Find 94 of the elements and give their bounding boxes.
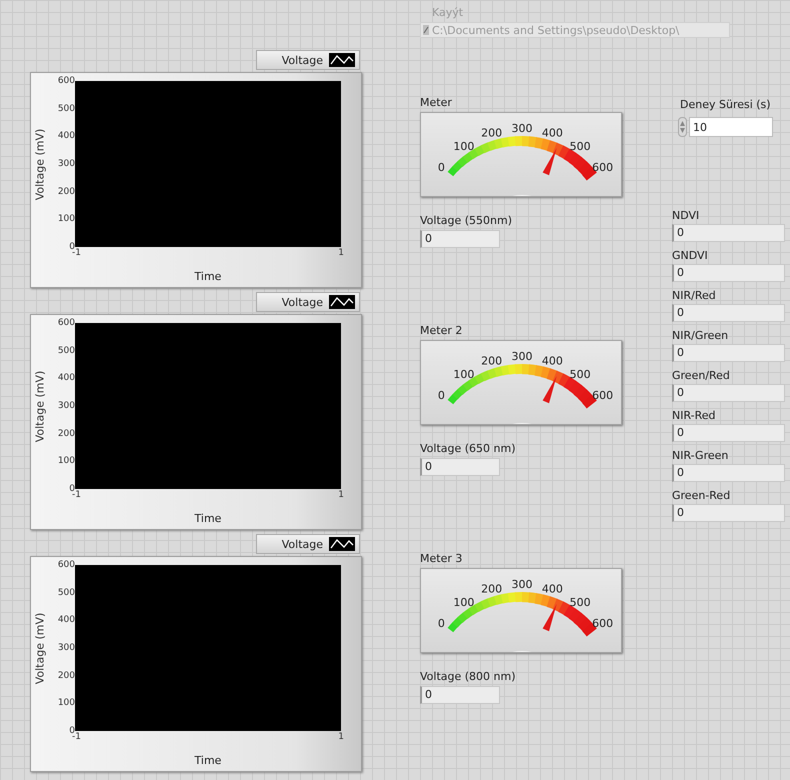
indicator-field: 0	[672, 464, 785, 482]
gauge-scale-label: 400	[542, 126, 563, 140]
y-tick-label: 0	[69, 240, 75, 252]
path-value: C:\Documents and Settings\pseudo\Desktop\	[432, 24, 680, 36]
x-axis-label: Time	[194, 270, 222, 282]
y-tick-label: 200	[58, 428, 75, 440]
y-tick-label: 100	[58, 455, 75, 468]
gauge-scale-label: 500	[570, 140, 591, 153]
y-tick-label: 600	[58, 317, 75, 329]
waveform-icon	[329, 295, 355, 309]
gauge-scale-label: 200	[481, 126, 502, 140]
y-tick-label: 400	[58, 614, 75, 626]
gauge-scale-label: 600	[592, 388, 614, 402]
plot-legend[interactable]: Voltage	[256, 534, 360, 554]
y-tick-label: 200	[58, 186, 75, 198]
indicator-label: Green-Red	[672, 489, 732, 502]
y-tick-label: 400	[58, 130, 75, 142]
gauge-needle	[542, 604, 557, 632]
indicator-field: 0	[672, 304, 785, 322]
x-tick-label: -1	[72, 490, 81, 502]
indicator-field: 0	[672, 344, 785, 362]
y-tick-label: 500	[58, 586, 75, 599]
y-tick-label: 400	[58, 372, 75, 384]
readout-label: Voltage (550nm)	[420, 214, 514, 227]
readout-field: 0	[420, 686, 500, 704]
indicator-field: 0	[672, 504, 785, 522]
gauge-scale-label: 600	[592, 616, 614, 630]
gauge-scale-label: 100	[453, 140, 474, 153]
meter-label: Meter 3	[420, 552, 464, 565]
y-tick-label: 500	[58, 102, 75, 115]
duration-label: Deney Süresi (s)	[680, 98, 772, 111]
gauge-scale-label: 200	[481, 582, 502, 596]
y-tick-label: 100	[58, 697, 75, 710]
indicator-label: NIR/Green	[672, 329, 730, 342]
readout-field: 0	[420, 458, 500, 476]
indicator-field: 0	[672, 264, 785, 282]
y-tick-label: 200	[58, 670, 75, 682]
y-tick-label: 300	[58, 400, 75, 412]
indicator-label: Green/Red	[672, 369, 731, 382]
y-tick-label: 300	[58, 158, 75, 170]
indicator-label: NIR-Red	[672, 409, 717, 422]
indicator-field: 0	[672, 424, 785, 442]
y-tick-label: 300	[58, 642, 75, 654]
gauge-scale-label: 500	[570, 596, 591, 609]
indicator-label: NIR/Red	[672, 289, 717, 302]
y-tick-label: 500	[58, 344, 75, 357]
gauge-scale-label: 100	[453, 368, 474, 381]
gauge-scale-label: 0	[438, 616, 445, 630]
y-tick-label: 0	[69, 724, 75, 736]
plot-legend[interactable]: Voltage	[256, 50, 360, 70]
gauge-scale-label: 300	[512, 578, 532, 591]
y-axis-label: Voltage (mV)	[34, 612, 46, 684]
indicator-label: NDVI	[672, 209, 700, 222]
x-tick-label: 1	[338, 731, 344, 744]
y-tick-label: 600	[58, 559, 75, 571]
gauge-scale-label: 200	[481, 354, 502, 368]
gauge-scale-label: 500	[570, 368, 591, 381]
path-label: Kayýt	[432, 6, 464, 19]
gauge-needle	[542, 148, 557, 176]
readout-label: Voltage (650 nm)	[420, 442, 517, 455]
plot-legend[interactable]: Voltage	[256, 292, 360, 312]
waveform-icon	[329, 537, 355, 551]
meter-label: Meter	[420, 96, 453, 109]
duration-input[interactable]: 10	[689, 117, 773, 137]
gauge-scale-label: 300	[512, 122, 532, 135]
y-axis-label: Voltage (mV)	[34, 370, 46, 442]
y-tick-label: 0	[69, 482, 75, 494]
x-tick-label: -1	[72, 248, 81, 260]
indicator-label: GNDVI	[672, 249, 709, 262]
waveform-icon	[329, 53, 355, 67]
gauge-scale-label: 0	[438, 388, 445, 402]
x-tick-label: 1	[338, 247, 344, 260]
path-icon	[423, 25, 429, 35]
indicator-field: 0	[672, 384, 785, 402]
spin-arrows-icon[interactable]	[678, 117, 687, 137]
indicator-label: NIR-Green	[672, 449, 730, 462]
indicator-field: 0	[672, 224, 785, 242]
x-axis-label: Time	[194, 754, 222, 766]
gauge-scale-label: 400	[542, 354, 563, 368]
x-axis-label: Time	[194, 512, 222, 524]
meter-label: Meter 2	[420, 324, 464, 337]
gauge-scale-label: 0	[438, 160, 445, 174]
gauge-scale-label: 400	[542, 582, 563, 596]
readout-field: 0	[420, 230, 500, 248]
gauge-scale-label: 300	[512, 350, 532, 363]
gauge-scale-label: 100	[453, 596, 474, 609]
gauge-scale-label: 600	[592, 160, 614, 174]
y-tick-label: 100	[58, 213, 75, 226]
readout-label: Voltage (800 nm)	[420, 670, 517, 683]
y-axis-label: Voltage (mV)	[34, 128, 46, 200]
gauge-needle	[542, 376, 557, 404]
x-tick-label: 1	[338, 489, 344, 502]
x-tick-label: -1	[72, 732, 81, 744]
y-tick-label: 600	[58, 75, 75, 87]
